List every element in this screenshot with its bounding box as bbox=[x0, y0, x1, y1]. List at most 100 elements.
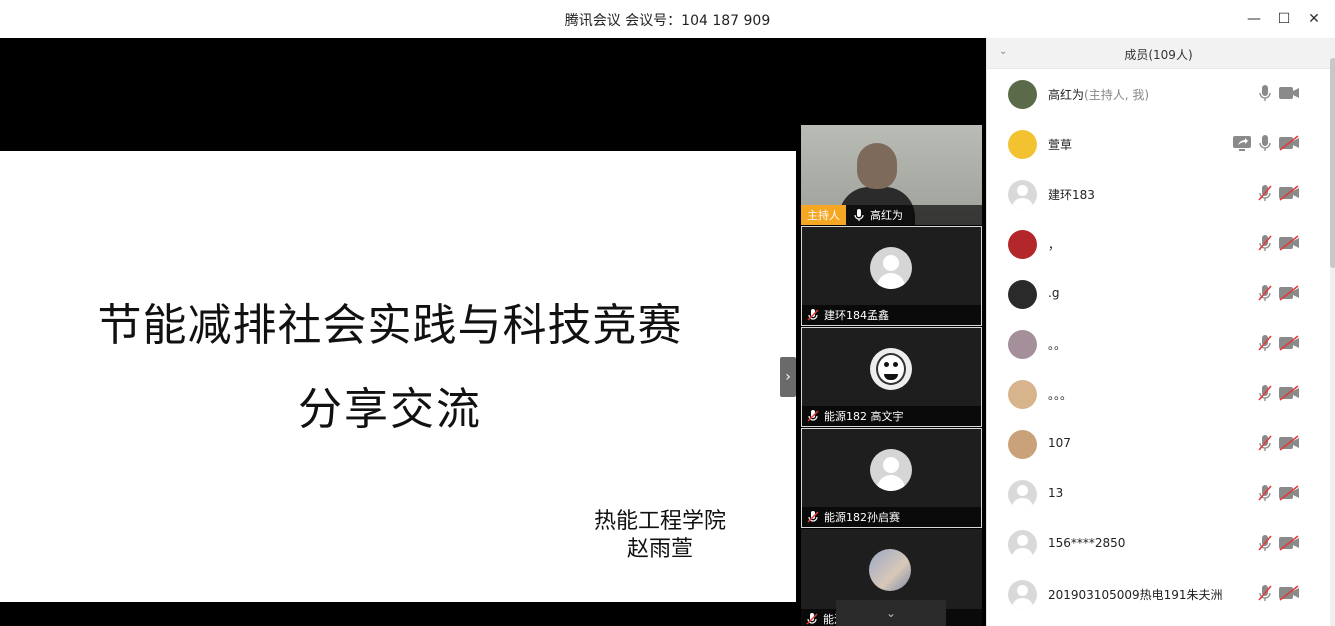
member-name-text: ， bbox=[1048, 238, 1061, 252]
member-name: 13 bbox=[1048, 486, 1063, 500]
member-row[interactable]: 高红为(主持人, 我) bbox=[987, 69, 1330, 119]
camera-off-icon[interactable] bbox=[1278, 585, 1300, 601]
slide-author: 赵雨萱 bbox=[626, 537, 693, 562]
member-name-text: 。。。 bbox=[1048, 388, 1073, 402]
camera-off-icon[interactable] bbox=[1278, 235, 1300, 251]
members-panel: ⌄ 成员(109人) 高红为(主持人, 我) 萱草 建环183， .g。。。。。 10… bbox=[986, 38, 1335, 626]
member-name: .g bbox=[1048, 286, 1059, 300]
member-row[interactable]: 建环183 bbox=[987, 169, 1330, 219]
video-tile[interactable]: 能源182孙启赛 bbox=[801, 428, 982, 528]
member-row[interactable]: 156****2850 bbox=[987, 519, 1330, 569]
member-status-icons bbox=[1258, 84, 1300, 102]
default-avatar-icon bbox=[1008, 530, 1037, 559]
video-tile-name: 高红为 bbox=[870, 209, 903, 222]
minimize-button[interactable]: — bbox=[1243, 8, 1265, 30]
mic-muted-icon[interactable] bbox=[1258, 234, 1272, 252]
mic-muted-icon[interactable] bbox=[1258, 484, 1272, 502]
emoji-face-avatar bbox=[870, 348, 912, 390]
scrollbar-thumb[interactable] bbox=[1330, 58, 1335, 268]
camera-off-icon[interactable] bbox=[1278, 185, 1300, 201]
video-tile-namebar: 建环184孟鑫 bbox=[802, 305, 981, 325]
avatar bbox=[1008, 80, 1037, 109]
member-name-text: 萱草 bbox=[1048, 138, 1073, 152]
mic-muted-icon bbox=[806, 613, 818, 625]
mic-muted-icon[interactable] bbox=[1258, 334, 1272, 352]
member-name: 107 bbox=[1048, 436, 1071, 450]
member-name: 建环183 bbox=[1048, 186, 1095, 203]
member-name: 高红为(主持人, 我) bbox=[1048, 86, 1149, 103]
mic-muted-icon bbox=[807, 309, 819, 321]
mic-muted-icon[interactable] bbox=[1258, 584, 1272, 602]
member-row[interactable]: 107 bbox=[987, 419, 1330, 469]
close-button[interactable]: ✕ bbox=[1303, 8, 1325, 30]
mic-muted-icon[interactable] bbox=[1258, 434, 1272, 452]
video-tile-name: 能源182孙启赛 bbox=[824, 511, 900, 524]
member-row[interactable]: 萱草 bbox=[987, 119, 1330, 169]
member-status-icons bbox=[1258, 334, 1300, 352]
member-status-icons bbox=[1258, 434, 1300, 452]
mic-muted-icon[interactable] bbox=[1258, 284, 1272, 302]
member-status-icons bbox=[1258, 534, 1300, 552]
presentation-slide: 节能减排社会实践与科技竞赛 分享交流 热能工程学院 赵雨萱 bbox=[0, 151, 796, 602]
camera-off-icon[interactable] bbox=[1278, 285, 1300, 301]
member-row[interactable]: 201903105009热电191朱夫洲 bbox=[987, 569, 1330, 619]
video-tile-host[interactable]: 主持人 高红为 bbox=[801, 125, 982, 225]
avatar bbox=[1008, 230, 1037, 259]
camera-off-icon[interactable] bbox=[1278, 335, 1300, 351]
member-name: 201903105009热电191朱夫洲 bbox=[1048, 586, 1223, 603]
mic-icon[interactable] bbox=[1258, 84, 1272, 102]
member-status-icons bbox=[1258, 284, 1300, 302]
host-camera-feed bbox=[839, 143, 915, 225]
member-name: 。。 bbox=[1048, 336, 1066, 353]
member-status-icons bbox=[1258, 584, 1300, 602]
camera-icon[interactable] bbox=[1278, 85, 1300, 101]
member-row[interactable]: 13 bbox=[987, 469, 1330, 519]
maximize-button[interactable]: ☐ bbox=[1273, 8, 1295, 30]
member-name: 156****2850 bbox=[1048, 536, 1125, 550]
member-name-text: 13 bbox=[1048, 486, 1064, 500]
member-status-icons bbox=[1258, 184, 1300, 202]
members-scrollbar[interactable] bbox=[1330, 38, 1335, 626]
member-name-text: 156****2850 bbox=[1048, 536, 1126, 550]
slide-organization: 热能工程学院 bbox=[593, 509, 726, 534]
avatar bbox=[1008, 380, 1037, 409]
mic-muted-icon bbox=[807, 410, 819, 422]
shared-screen-stage[interactable]: 节能减排社会实践与科技竞赛 分享交流 热能工程学院 赵雨萱 › 主持人 高红为 … bbox=[0, 38, 986, 626]
video-tile[interactable]: 能源182 高文宇 bbox=[801, 327, 982, 427]
screen-share-icon[interactable] bbox=[1232, 134, 1252, 152]
member-name-text: 建环183 bbox=[1048, 188, 1095, 202]
mic-muted-icon[interactable] bbox=[1258, 384, 1272, 402]
title-bar: 腾讯会议 会议号：104 187 909 — ☐ ✕ bbox=[0, 0, 1335, 38]
video-tile-namebar: 能源182 高文宇 bbox=[802, 406, 981, 426]
video-tile[interactable]: 建环184孟鑫 bbox=[801, 226, 982, 326]
member-status-icons bbox=[1232, 134, 1300, 152]
mic-icon bbox=[854, 209, 864, 221]
camera-off-icon[interactable] bbox=[1278, 385, 1300, 401]
video-tile-namebar: 主持人 高红为 bbox=[801, 205, 982, 225]
member-row[interactable]: 。。 bbox=[987, 319, 1330, 369]
mic-muted-icon[interactable] bbox=[1258, 534, 1272, 552]
avatar bbox=[1008, 130, 1037, 159]
member-row[interactable]: 。。。 bbox=[987, 369, 1330, 419]
video-tile-name: 能源182 高文宇 bbox=[824, 410, 904, 423]
member-row[interactable]: ， bbox=[987, 219, 1330, 269]
camera-off-icon[interactable] bbox=[1278, 485, 1300, 501]
avatar bbox=[1008, 430, 1037, 459]
mic-muted-icon[interactable] bbox=[1258, 184, 1272, 202]
members-header[interactable]: ⌄ 成员(109人) bbox=[987, 38, 1330, 69]
member-name-text: 201903105009热电191朱夫洲 bbox=[1048, 588, 1223, 602]
collapse-video-strip-button[interactable]: › bbox=[780, 357, 796, 397]
member-status-icons bbox=[1258, 384, 1300, 402]
mic-icon[interactable] bbox=[1258, 134, 1272, 152]
video-tile-name: 建环184孟鑫 bbox=[824, 309, 889, 322]
host-badge: 主持人 bbox=[801, 205, 846, 225]
camera-off-icon[interactable] bbox=[1278, 135, 1300, 151]
member-row[interactable]: .g bbox=[987, 269, 1330, 319]
camera-off-icon[interactable] bbox=[1278, 535, 1300, 551]
default-avatar-icon bbox=[870, 449, 912, 491]
avatar bbox=[1008, 280, 1037, 309]
member-name: 。。。 bbox=[1048, 386, 1072, 403]
scroll-down-button[interactable]: ⌄ bbox=[836, 600, 946, 626]
default-avatar-icon bbox=[1008, 180, 1037, 209]
camera-off-icon[interactable] bbox=[1278, 435, 1300, 451]
